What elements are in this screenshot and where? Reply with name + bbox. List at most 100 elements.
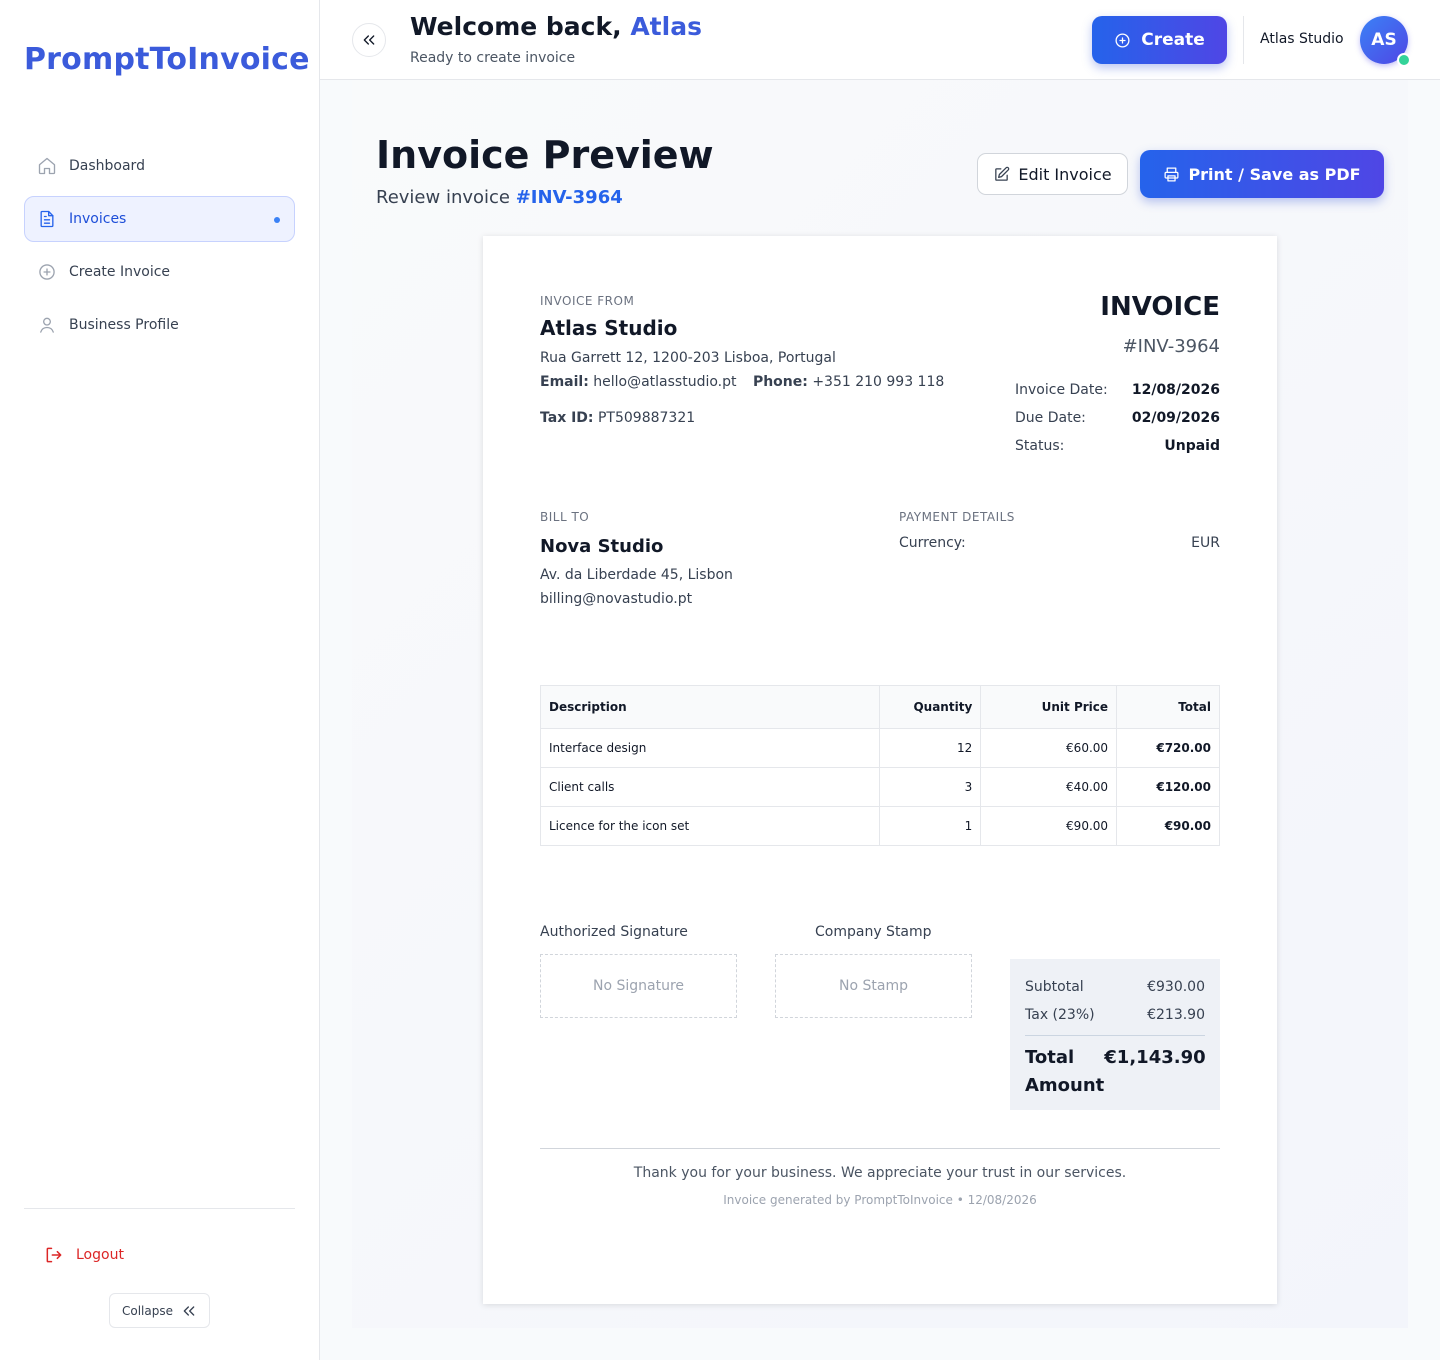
client-email: billing@novastudio.pt: [540, 591, 693, 607]
table-header-row: Description Quantity Unit Price Total: [539, 685, 1220, 729]
sender-email: hello@atlasstudio.pt: [593, 374, 737, 390]
column-header: Description: [539, 685, 881, 729]
print-pdf-label: Print / Save as PDF: [1188, 164, 1361, 184]
column-header: Unit Price: [980, 685, 1118, 729]
column-header: Total: [1116, 685, 1220, 729]
sidebar: PromptToInvoice Dashboard Invoices Creat…: [0, 0, 320, 1360]
item-quantity: 1: [879, 806, 982, 846]
generated-note: Invoice generated by PromptToInvoice • 1…: [723, 1193, 1037, 1207]
chevrons-left-icon: [361, 32, 377, 48]
sidebar-item-label: Create Invoice: [69, 264, 171, 280]
topbar-divider: [1243, 16, 1244, 64]
welcome-prefix: Welcome back,: [410, 12, 631, 41]
column-header: Quantity: [879, 685, 982, 729]
tax-id-label: Tax ID:: [540, 410, 594, 426]
thank-you-note: Thank you for your business. We apprecia…: [633, 1165, 1127, 1181]
page-title: Invoice Preview: [376, 133, 714, 177]
logout-label: Logout: [76, 1247, 124, 1263]
welcome-heading: Welcome back, Atlas: [410, 12, 702, 41]
due-date-row: Due Date: 02/09/2026: [1015, 404, 1220, 432]
currency-row: Currency: EUR: [899, 535, 1220, 551]
item-unit-price: €40.00: [980, 767, 1118, 807]
invoice-reference: #INV-3964: [515, 187, 623, 208]
table-row: Interface design 12 €60.00 €720.00: [539, 728, 1220, 768]
user-icon: [37, 315, 57, 335]
tax-label: Tax (23%): [1025, 1007, 1095, 1023]
document-icon: [37, 209, 57, 229]
currency-value: EUR: [1191, 535, 1220, 551]
logout-icon: [44, 1245, 64, 1265]
home-icon: [37, 156, 57, 176]
sender-tax: Tax ID: PT509887321: [540, 410, 695, 426]
table-row: Licence for the icon set 1 €90.00 €90.00: [539, 806, 1220, 846]
status-value: Unpaid: [1164, 438, 1220, 454]
invoice-date-row: Invoice Date: 12/08/2026: [1015, 376, 1220, 404]
create-button[interactable]: Create: [1092, 16, 1227, 64]
invoice-heading: INVOICE: [1100, 292, 1220, 322]
sidebar-item-label: Invoices: [69, 211, 127, 227]
client-address: Av. da Liberdade 45, Lisbon: [540, 567, 733, 583]
plus-circle-icon: [1114, 32, 1131, 49]
meta-value: 12/08/2026: [1131, 382, 1220, 398]
item-unit-price: €60.00: [980, 728, 1118, 768]
meta-key: Invoice Date:: [1015, 382, 1108, 398]
user-name: Atlas Studio: [1260, 31, 1344, 47]
logout-button[interactable]: Logout: [44, 1245, 124, 1265]
table-row: Client calls 3 €40.00 €120.00: [539, 767, 1220, 807]
collapse-button[interactable]: Collapse: [109, 1293, 210, 1328]
page-subtitle: Review invoice #INV-3964: [376, 187, 623, 208]
invoice-document: INVOICE FROM Atlas Studio Rua Garrett 12…: [483, 236, 1277, 1304]
client-name: Nova Studio: [540, 536, 664, 557]
active-indicator: [274, 217, 280, 223]
plus-circle-icon: [37, 262, 57, 282]
sidebar-item-create-invoice[interactable]: Create Invoice: [24, 249, 295, 295]
tax-value: €213.90: [1147, 1007, 1205, 1023]
currency-label: Currency:: [899, 535, 966, 551]
line-items-table: Description Quantity Unit Price Total In…: [539, 685, 1220, 846]
sender-contact: Email: hello@atlasstudio.pt Phone: +351 …: [540, 374, 944, 390]
sidebar-item-business-profile[interactable]: Business Profile: [24, 302, 295, 348]
invoice-meta: Invoice Date: 12/08/2026 Due Date: 02/09…: [1015, 376, 1220, 460]
tax-row: Tax (23%) €213.90: [1025, 1001, 1205, 1029]
sidebar-item-dashboard[interactable]: Dashboard: [24, 143, 295, 189]
top-bar: Welcome back, Atlas Ready to create invo…: [320, 0, 1440, 80]
total-label: Total Amount: [1025, 1047, 1105, 1096]
meta-key: Due Date:: [1015, 410, 1086, 426]
edit-invoice-label: Edit Invoice: [1018, 164, 1112, 184]
sender-name: Atlas Studio: [540, 316, 678, 340]
signature-label: Authorized Signature: [540, 924, 688, 940]
item-description: Interface design: [539, 728, 881, 768]
payment-details-label: PAYMENT DETAILS: [899, 510, 1015, 524]
sidebar-item-invoices[interactable]: Invoices: [24, 196, 295, 242]
edit-invoice-button[interactable]: Edit Invoice: [977, 153, 1128, 195]
meta-key: Status:: [1015, 438, 1065, 454]
app-logo[interactable]: PromptToInvoice: [24, 42, 310, 77]
sender-phone: +351 210 993 118: [812, 374, 945, 390]
sidebar-item-label: Dashboard: [69, 158, 145, 174]
meta-value: 02/09/2026: [1131, 410, 1220, 426]
chevrons-left-icon: [181, 1303, 197, 1319]
online-status-indicator: [1397, 53, 1411, 67]
printer-icon: [1163, 166, 1180, 183]
phone-label: Phone:: [752, 374, 808, 390]
print-pdf-button[interactable]: Print / Save as PDF: [1140, 150, 1384, 198]
signature-box: No Signature: [540, 954, 737, 1018]
subtotal-row: Subtotal €930.00: [1025, 973, 1205, 1001]
item-unit-price: €90.00: [980, 806, 1118, 846]
bill-to-label: BILL TO: [540, 510, 590, 524]
stamp-box: No Stamp: [775, 954, 972, 1018]
sidebar-item-label: Business Profile: [69, 317, 179, 333]
sender-address: Rua Garrett 12, 1200-203 Lisboa, Portuga…: [540, 350, 836, 366]
sidebar-toggle-button[interactable]: [352, 23, 386, 57]
item-description: Client calls: [539, 767, 881, 807]
subtotal-value: €930.00: [1147, 979, 1205, 995]
invoice-from-label: INVOICE FROM: [540, 294, 635, 308]
item-total: €720.00: [1116, 728, 1220, 768]
item-total: €90.00: [1116, 806, 1220, 846]
total-row: Total Amount €1,143.90: [1025, 1044, 1206, 1100]
status-row: Status: Unpaid: [1015, 432, 1220, 460]
collapse-label: Collapse: [122, 1303, 173, 1318]
welcome-subtitle: Ready to create invoice: [410, 50, 576, 66]
subtotal-label: Subtotal: [1025, 979, 1084, 995]
total-value: €1,143.90: [1104, 1047, 1206, 1068]
